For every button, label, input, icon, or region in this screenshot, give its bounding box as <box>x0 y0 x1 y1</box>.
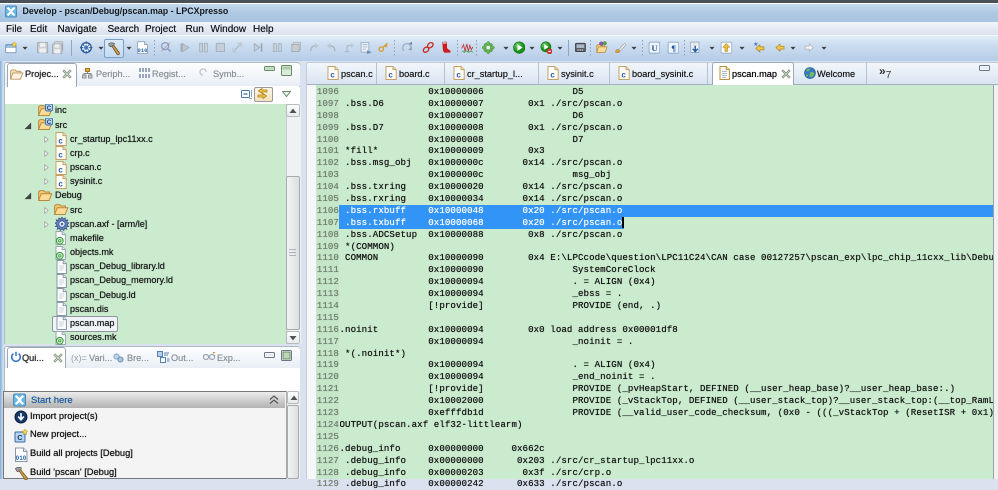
svg-text:C: C <box>47 119 52 126</box>
svg-text:010: 010 <box>138 47 148 54</box>
svg-text:010: 010 <box>16 455 27 462</box>
svg-text:c: c <box>456 71 461 80</box>
svg-text:c: c <box>58 165 63 174</box>
svg-text:C: C <box>47 105 52 112</box>
svg-text:c: c <box>621 71 626 80</box>
svg-text:C: C <box>17 434 23 443</box>
svg-text:c: c <box>388 71 393 80</box>
svg-text:c: c <box>58 137 63 146</box>
svg-text:c: c <box>550 71 555 80</box>
svg-text:c: c <box>330 71 335 80</box>
svg-text:¶: ¶ <box>671 43 676 53</box>
svg-text:U: U <box>651 43 658 53</box>
svg-text:c: c <box>58 151 63 160</box>
svg-text:c: c <box>58 179 63 188</box>
